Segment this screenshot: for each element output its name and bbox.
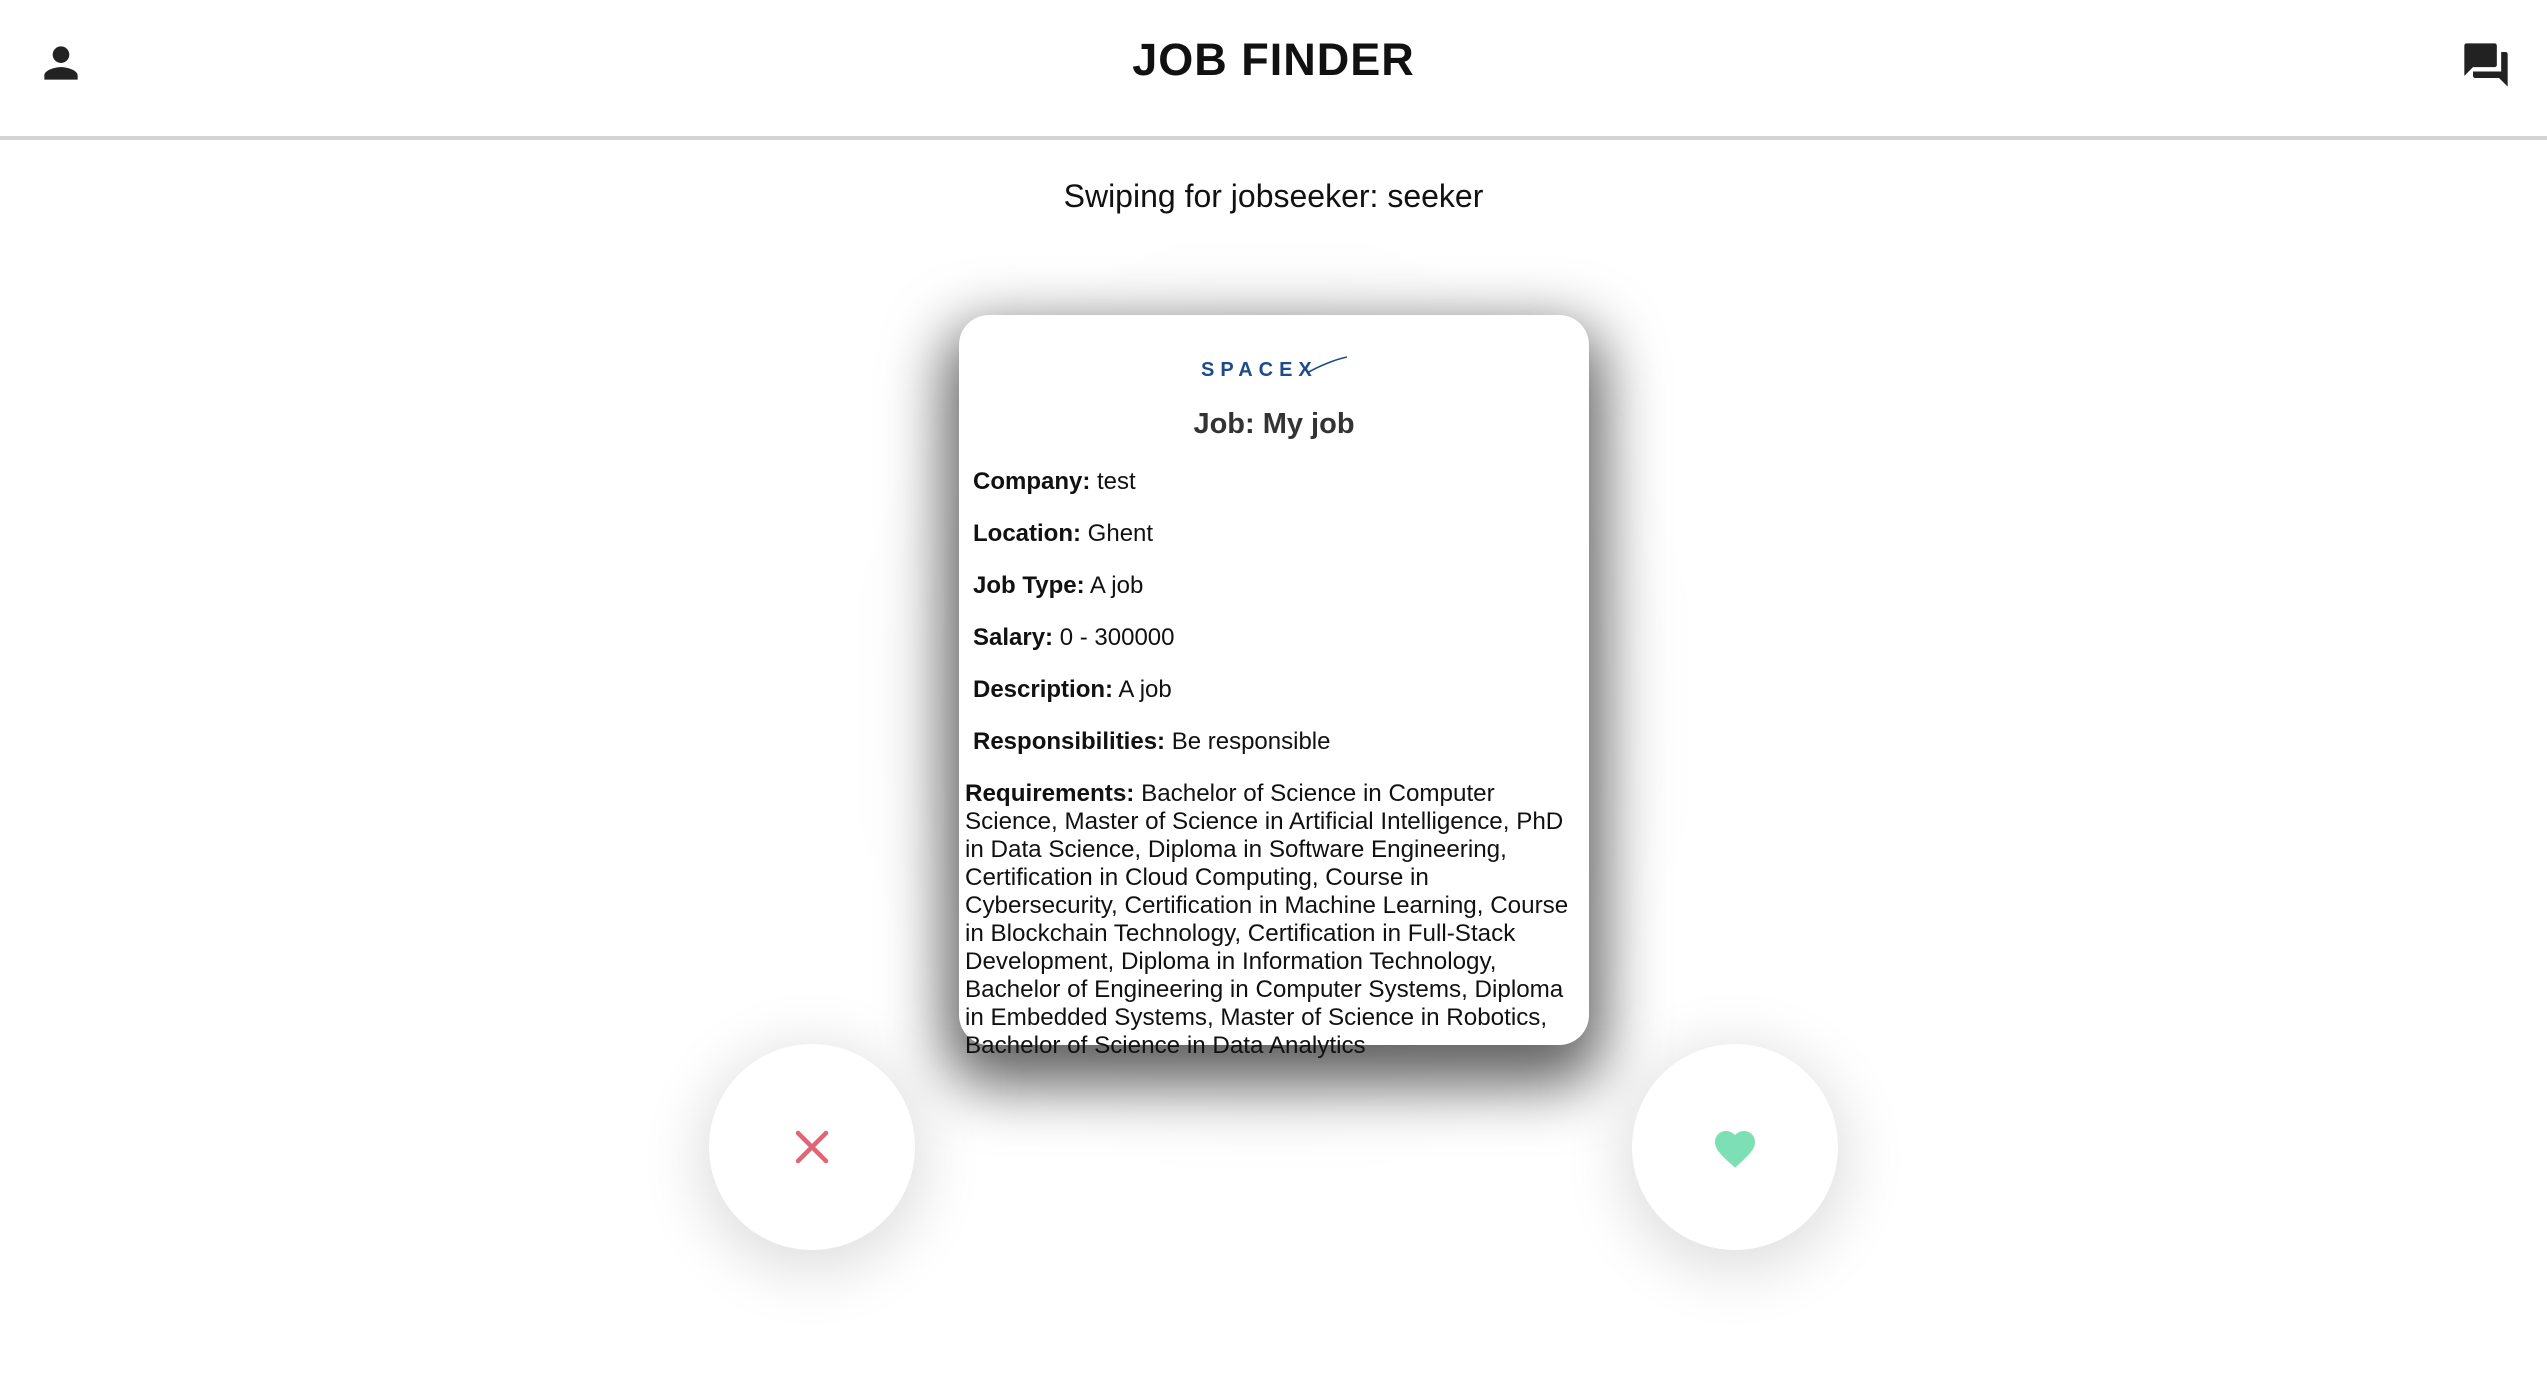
salary-field: Salary: 0 - 300000: [973, 624, 1575, 652]
requirements-value: Bachelor of Science in Computer Science,…: [965, 780, 1569, 1059]
job-title: Job: My job: [1193, 408, 1355, 440]
description-value: A job: [1118, 676, 1172, 703]
company-logo: SPACEX: [973, 355, 1575, 385]
reject-button[interactable]: [709, 1044, 915, 1250]
job-type-label: Job Type:: [973, 572, 1085, 599]
requirements-field: Requirements: Bachelor of Science in Com…: [965, 780, 1583, 1060]
company-label: Company:: [973, 468, 1091, 495]
responsibilities-label: Responsibilities:: [973, 728, 1166, 755]
svg-text:SPACEX: SPACEX: [1201, 359, 1318, 381]
location-field: Location: Ghent: [973, 520, 1575, 548]
app-title: JOB FINDER: [1132, 34, 1415, 85]
job-type-value: A job: [1089, 572, 1144, 599]
close-icon: [795, 1130, 829, 1164]
company-field: Company: test: [973, 468, 1575, 496]
salary-label: Salary:: [973, 624, 1054, 651]
chat-forum-icon: [2464, 43, 2508, 87]
swiping-subtitle: Swiping for jobseeker: seeker: [1063, 178, 1484, 214]
responsibilities-field: Responsibilities: Be responsible: [973, 728, 1575, 756]
salary-value: 0 - 300000: [1059, 624, 1175, 651]
description-field: Description: A job: [973, 676, 1575, 704]
heart-icon: [1715, 1131, 1755, 1168]
like-button[interactable]: [1632, 1044, 1838, 1250]
job-type-field: Job Type: A job: [973, 572, 1575, 600]
company-value: test: [1097, 468, 1136, 495]
responsibilities-value: Be responsible: [1171, 728, 1331, 755]
chat-button[interactable]: [2460, 39, 2512, 91]
location-value: Ghent: [1087, 520, 1154, 547]
description-label: Description:: [973, 676, 1114, 703]
requirements-label: Requirements:: [965, 780, 1135, 807]
app-header: JOB FINDER: [0, 0, 2547, 140]
location-label: Location:: [973, 520, 1081, 547]
